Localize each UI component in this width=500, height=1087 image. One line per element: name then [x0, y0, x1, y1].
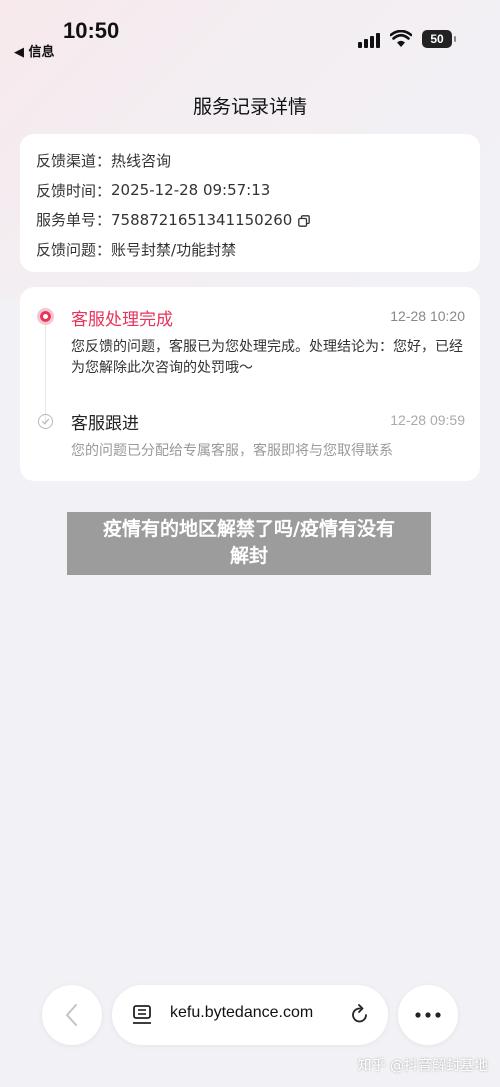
- more-options-button[interactable]: [398, 985, 458, 1045]
- step-title: 客服处理完成: [71, 310, 173, 330]
- step-time: 12-28 10:20: [390, 308, 465, 324]
- overlay-caption-banner: 疫情有的地区解禁了吗/疫情有没有 解封: [67, 512, 431, 575]
- info-value: 热线咨询: [111, 152, 172, 171]
- watermark-text: 知乎 @抖音解封基地: [357, 1058, 488, 1074]
- copy-icon[interactable]: [298, 214, 311, 227]
- status-bar: 10:50 ◀ 信息 50: [0, 0, 500, 78]
- info-value: 账号封禁/功能封禁: [111, 240, 237, 259]
- page-title: 服务记录详情: [192, 96, 307, 118]
- info-row-channel: 反馈渠道： 热线咨询: [36, 146, 464, 176]
- info-label: 反馈时间：: [36, 181, 112, 200]
- step-time: 12-28 09:59: [390, 412, 465, 428]
- battery-icon: 50: [422, 30, 456, 48]
- browser-back-button[interactable]: [42, 985, 102, 1045]
- info-row-ticket-number: 服务单号： 7588721651341150260: [36, 205, 464, 235]
- wifi-icon: [390, 30, 412, 47]
- check-circle-icon: [38, 414, 53, 429]
- status-time: 10:50: [63, 18, 120, 43]
- info-value: 2025-12-28 09:57:13: [111, 181, 271, 200]
- service-timeline-card: 客服处理完成 12-28 10:20 您反馈的问题，客服已为您处理完成。处理结论…: [20, 287, 480, 481]
- back-to-app-link[interactable]: ◀ 信息: [14, 41, 55, 60]
- info-label: 反馈渠道：: [36, 152, 112, 171]
- chevron-left-icon: [66, 1004, 77, 1026]
- cellular-signal-icon: [358, 32, 380, 48]
- info-row-issue: 反馈问题： 账号封禁/功能封禁: [36, 235, 464, 265]
- overlay-caption-line: 解封: [229, 545, 268, 567]
- info-value: 7588721651341150260: [111, 210, 293, 229]
- browser-address-bar[interactable]: kefu.bytedance.com: [112, 985, 388, 1045]
- info-row-time: 反馈时间： 2025-12-28 09:57:13: [36, 176, 464, 206]
- overlay-caption-line: 疫情有的地区解禁了吗/疫情有没有: [103, 518, 395, 540]
- reload-icon[interactable]: [349, 1004, 371, 1026]
- step-description: 您的问题已分配给专属客服，客服即将与您取得联系: [71, 443, 393, 459]
- info-label: 反馈问题：: [36, 240, 112, 259]
- more-dots-icon: [415, 1012, 441, 1018]
- active-step-dot-icon: [37, 308, 54, 325]
- service-info-card: 反馈渠道： 热线咨询 反馈时间： 2025-12-28 09:57:13 服务单…: [20, 134, 480, 272]
- url-text: kefu.bytedance.com: [170, 1004, 314, 1021]
- info-label: 服务单号：: [36, 211, 112, 230]
- page-format-icon[interactable]: [132, 1005, 152, 1025]
- timeline-connector: [45, 325, 46, 425]
- step-title: 客服跟进: [71, 414, 139, 434]
- step-description: 您反馈的问题，客服已为您处理完成。处理结论为：您好，已经为您解除此次咨询的处罚哦…: [71, 339, 463, 376]
